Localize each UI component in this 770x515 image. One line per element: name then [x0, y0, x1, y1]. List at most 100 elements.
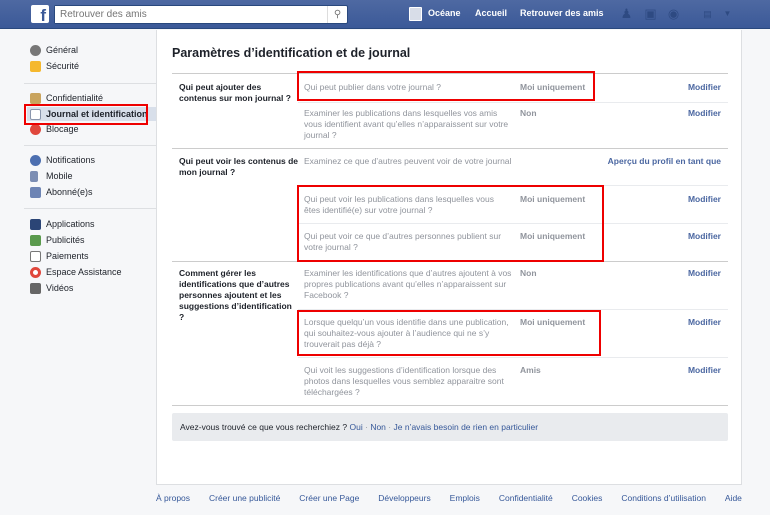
footer-link-privacy[interactable]: Confidentialité	[499, 493, 553, 503]
divider	[172, 148, 728, 149]
sidebar-item-label: Paiements	[46, 251, 89, 261]
sidebar-item-label: Notifications	[46, 155, 96, 165]
lifebuoy-icon	[30, 266, 41, 278]
block-icon	[30, 123, 41, 135]
sidebar-item-label: Blocage	[46, 124, 79, 134]
section-label: Comment gérer les identifications que d’…	[179, 268, 292, 322]
sidebar-item-mobile[interactable]: Mobile	[30, 169, 73, 183]
sidebar-item-videos[interactable]: Vidéos	[30, 281, 73, 295]
divider	[172, 261, 728, 262]
mobile-icon	[30, 170, 38, 182]
setting-value: Moi uniquement	[520, 231, 586, 241]
sidebar-item-privacy[interactable]: Confidentialité	[30, 91, 103, 105]
notifications-globe-icon[interactable]: ◉	[666, 7, 681, 21]
sidebar-item-label: Journal et identification	[46, 109, 148, 119]
divider	[298, 357, 728, 358]
feedback-bar: Avez-vous trouvé ce que vous recherchiez…	[172, 413, 728, 441]
edit-link[interactable]: Modifier	[688, 268, 721, 278]
card-icon	[30, 250, 41, 262]
footer-links: À propos Créer une publicité Créer une P…	[156, 493, 742, 503]
footer-link-create-page[interactable]: Créer une Page	[299, 493, 359, 503]
edit-link[interactable]: Modifier	[688, 108, 721, 118]
sidebar-item-notifications[interactable]: Notifications	[30, 153, 95, 167]
privacy-shortcuts-icon[interactable]: ▤	[700, 7, 715, 21]
setting-question: Qui peut voir ce que d’autres personnes …	[304, 231, 502, 252]
search-box: ⚲	[54, 5, 348, 24]
sidebar-item-ads[interactable]: Publicités	[30, 233, 85, 247]
setting-value: Non	[520, 268, 537, 278]
messages-icon[interactable]: ▣	[643, 7, 658, 21]
divider	[172, 405, 728, 406]
ads-icon	[30, 234, 41, 246]
feedback-neutral-link[interactable]: Je n’avais besoin de rien en particulier	[394, 422, 539, 432]
timeline-icon	[30, 108, 41, 120]
sidebar-item-blocking[interactable]: Blocage	[30, 122, 79, 136]
footer-link-terms[interactable]: Conditions d’utilisation	[621, 493, 706, 503]
feedback-yes-link[interactable]: Oui	[349, 422, 362, 432]
section-label: Qui peut ajouter des contenus sur mon jo…	[179, 82, 291, 103]
film-icon	[30, 282, 41, 294]
sidebar-item-followers[interactable]: Abonné(e)s	[30, 185, 93, 199]
rss-icon	[30, 186, 41, 198]
sidebar-item-label: Sécurité	[46, 61, 80, 71]
setting-question: Qui peut publier dans votre journal ?	[304, 82, 442, 92]
sidebar-item-label: Espace Assistance	[46, 267, 122, 277]
setting-question: Lorsque quelqu’un vous identifie dans un…	[304, 317, 509, 349]
feedback-no-link[interactable]: Non	[370, 422, 386, 432]
apps-icon	[30, 218, 41, 230]
footer-link-help[interactable]: Aide	[725, 493, 742, 503]
facebook-logo-icon[interactable]: f	[31, 5, 49, 23]
divider	[298, 223, 728, 224]
separator: ·	[388, 422, 392, 432]
top-bar: f ⚲ Océane Accueil Retrouver des amis ♟ …	[0, 0, 770, 29]
sidebar-item-label: Mobile	[46, 171, 73, 181]
edit-link[interactable]: Modifier	[688, 317, 721, 327]
sidebar-item-label: Publicités	[46, 235, 85, 245]
preview-profile-link[interactable]: Aperçu du profil en tant que	[608, 156, 721, 166]
setting-value: Moi uniquement	[520, 317, 586, 327]
sidebar-item-payments[interactable]: Paiements	[30, 249, 89, 263]
divider	[298, 309, 728, 310]
setting-question: Qui voit les suggestions d’identificatio…	[304, 365, 504, 397]
sidebar-item-label: Abonné(e)s	[46, 187, 93, 197]
separator: ·	[365, 422, 368, 432]
section-label: Qui peut voir les contenus de mon journa…	[179, 156, 299, 177]
edit-link[interactable]: Modifier	[688, 365, 721, 375]
friend-requests-icon[interactable]: ♟	[619, 7, 634, 21]
sidebar-item-general[interactable]: Général	[30, 43, 78, 57]
nav-home[interactable]: Accueil	[475, 0, 507, 29]
avatar[interactable]	[409, 7, 422, 21]
edit-link[interactable]: Modifier	[688, 82, 721, 92]
edit-link[interactable]: Modifier	[688, 194, 721, 204]
shield-icon	[30, 60, 41, 72]
feedback-question: Avez-vous trouvé ce que vous recherchiez…	[180, 422, 348, 432]
divider	[172, 73, 728, 74]
lock-icon	[30, 92, 41, 104]
edit-link[interactable]: Modifier	[688, 231, 721, 241]
setting-value: Non	[520, 108, 537, 118]
setting-question: Examiner les identifications que d’autre…	[304, 268, 512, 300]
gears-icon	[30, 44, 41, 56]
chevron-down-icon[interactable]: ▼	[720, 7, 735, 21]
divider	[24, 145, 156, 146]
footer-link-developers[interactable]: Développeurs	[378, 493, 430, 503]
nav-profile[interactable]: Océane	[428, 0, 461, 29]
footer-link-careers[interactable]: Emplois	[450, 493, 480, 503]
setting-value: Moi uniquement	[520, 82, 586, 92]
footer-link-about[interactable]: À propos	[156, 493, 190, 503]
search-icon[interactable]: ⚲	[327, 6, 347, 23]
setting-value: Moi uniquement	[520, 194, 586, 204]
sidebar-item-label: Applications	[46, 219, 95, 229]
divider	[24, 208, 156, 209]
sidebar-item-timeline-tagging[interactable]: Journal et identification	[27, 107, 156, 121]
divider	[24, 83, 156, 84]
sidebar-item-apps[interactable]: Applications	[30, 217, 95, 231]
sidebar-item-support[interactable]: Espace Assistance	[30, 265, 122, 279]
search-input[interactable]	[55, 6, 315, 23]
sidebar-item-label: Vidéos	[46, 283, 74, 293]
footer-link-cookies[interactable]: Cookies	[572, 493, 603, 503]
sidebar-item-security[interactable]: Sécurité	[30, 59, 79, 73]
page-title: Paramètres d’identification et de journa…	[172, 46, 411, 60]
footer-link-create-ad[interactable]: Créer une publicité	[209, 493, 280, 503]
nav-find-friends[interactable]: Retrouver des amis	[520, 0, 604, 29]
